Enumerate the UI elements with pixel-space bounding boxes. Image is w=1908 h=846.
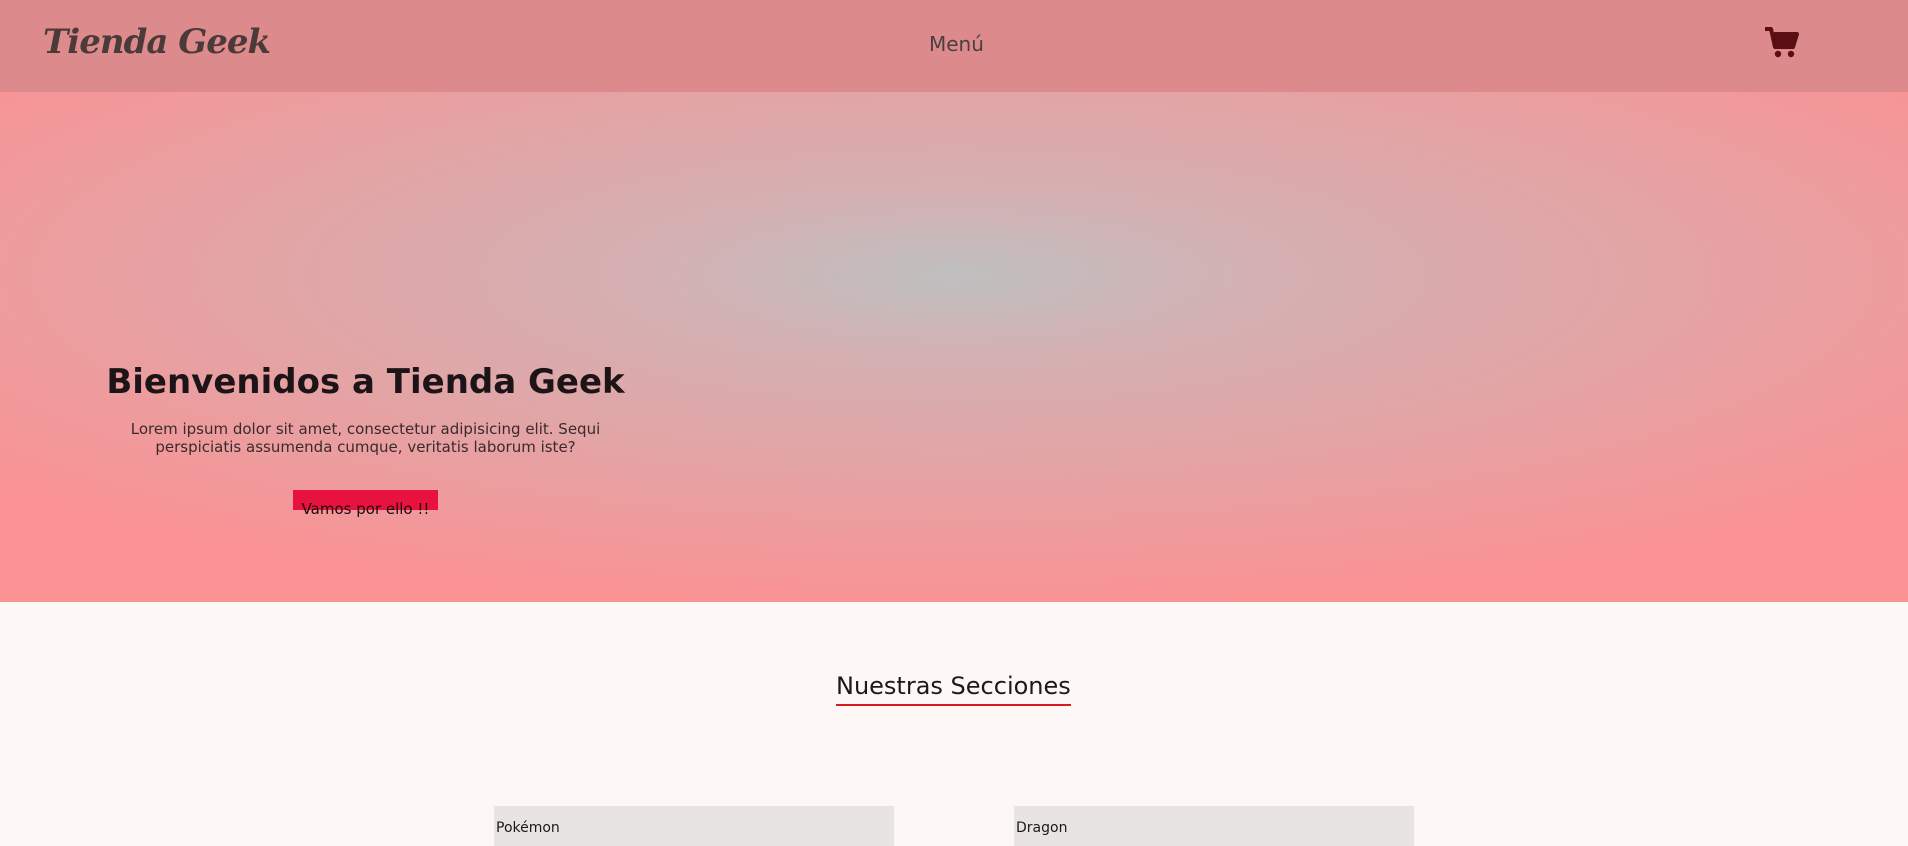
section-card[interactable]: Dragon xyxy=(1014,806,1414,846)
hero-description: Lorem ipsum dolor sit amet, consectetur … xyxy=(130,420,601,456)
shopping-cart-icon[interactable] xyxy=(1764,26,1800,60)
hero-content: Bienvenidos a Tienda Geek Lorem ipsum do… xyxy=(100,360,631,518)
section-card-label: Dragon xyxy=(1016,820,1068,836)
menu-link[interactable]: Menú xyxy=(929,32,984,56)
cta-button[interactable]: Vamos por ello !! xyxy=(292,490,439,518)
site-logo[interactable]: Tienda Geek xyxy=(43,22,271,62)
sections-heading: Nuestras Secciones xyxy=(836,670,1071,706)
section-card-label: Pokémon xyxy=(496,820,560,836)
hero-banner: Bienvenidos a Tienda Geek Lorem ipsum do… xyxy=(0,92,1908,602)
hero-title: Bienvenidos a Tienda Geek xyxy=(106,362,625,402)
section-card[interactable]: Pokémon xyxy=(494,806,894,846)
top-nav-bar: Tienda Geek Menú xyxy=(0,0,1908,92)
